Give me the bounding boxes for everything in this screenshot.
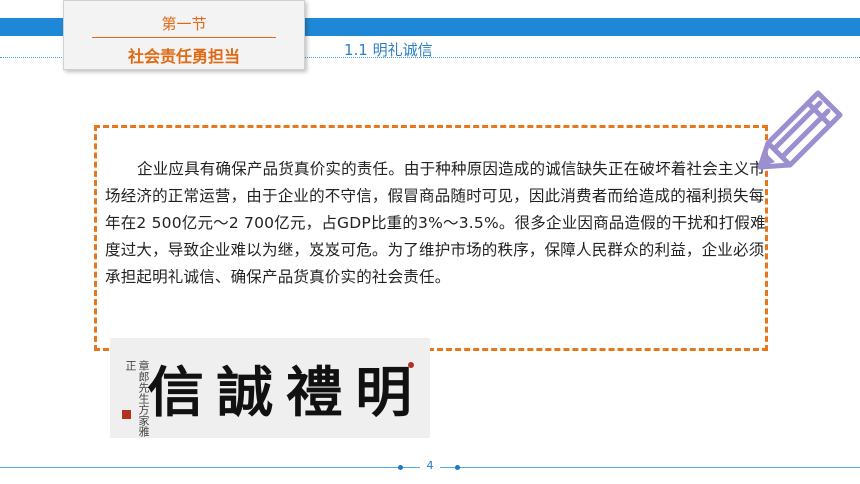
footer-dot-left (398, 465, 403, 470)
section-rule (92, 37, 276, 38)
calligraphy-artwork: 章郎先生方家雅正 信誠禮明 (110, 338, 430, 438)
content-box: 企业应具有确保产品货真价实的责任。由于种种原因造成的诚信缺失正在破坏着社会主义市… (94, 125, 768, 351)
page-number: 4 (420, 459, 440, 472)
calligraphy-characters: 信誠禮明 (147, 360, 425, 424)
section-card: 第一节 社会责任勇担当 (63, 0, 305, 70)
footer-dot-right (455, 465, 460, 470)
calligraphy-inscription: 章郎先生方家雅正 (124, 360, 150, 437)
subsection-title: 1.1 明礼诚信 (344, 41, 433, 59)
section-title: 社会责任勇担当 (127, 47, 240, 66)
content-paragraph: 企业应具有确保产品货真价实的责任。由于种种原因造成的诚信缺失正在破坏着社会主义市… (105, 160, 766, 286)
seal-stamp (122, 410, 131, 419)
seal-mark (408, 362, 414, 368)
section-number: 第一节 (161, 15, 207, 33)
pencil-icon (757, 90, 843, 170)
